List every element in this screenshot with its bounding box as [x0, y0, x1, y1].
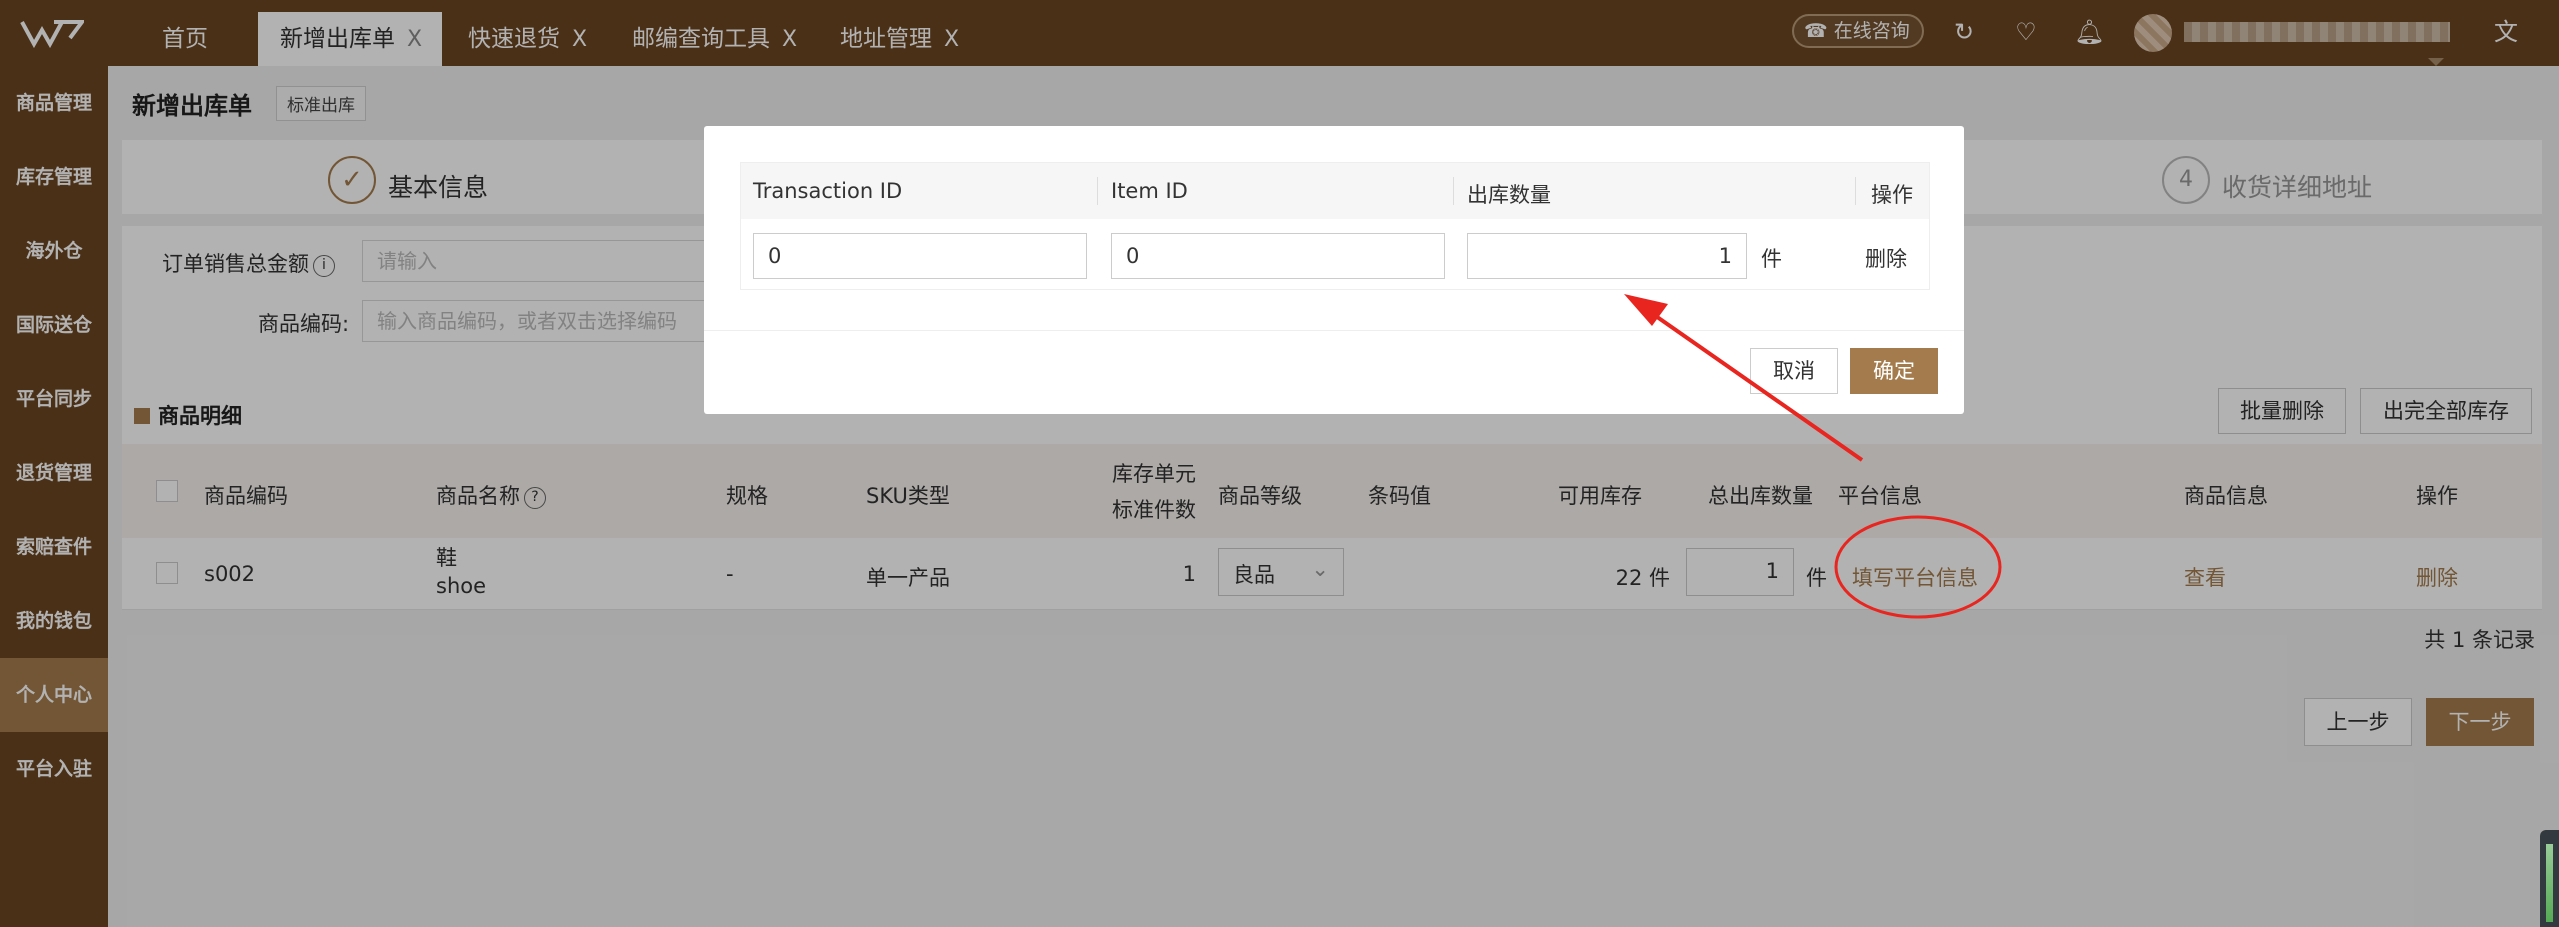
column-divider: [1855, 177, 1856, 205]
modal-qty-input[interactable]: 1: [1467, 233, 1747, 279]
col-operation: 操作: [1871, 183, 1913, 207]
col-outbound-qty: 出库数量: [1467, 183, 1551, 207]
confirm-button[interactable]: 确定: [1850, 348, 1938, 394]
transaction-id-input[interactable]: 0: [753, 233, 1087, 279]
volume-indicator: [2540, 830, 2559, 927]
column-divider: [1453, 177, 1454, 205]
modal-delete-link[interactable]: 删除: [1865, 243, 1907, 273]
platform-info-header: Transaction ID Item ID 出库数量 操作: [741, 163, 1929, 219]
modal-qty-unit: 件: [1761, 247, 1782, 271]
col-item-id: Item ID: [1111, 179, 1188, 203]
cancel-button[interactable]: 取消: [1750, 348, 1838, 394]
volume-level-bar: [2546, 844, 2553, 922]
item-id-input[interactable]: 0: [1111, 233, 1445, 279]
column-divider: [1097, 177, 1098, 205]
dialog-divider: [704, 330, 1964, 331]
platform-info-table: Transaction ID Item ID 出库数量 操作 0 0 1 件 删…: [740, 162, 1930, 290]
platform-info-dialog: Transaction ID Item ID 出库数量 操作 0 0 1 件 删…: [704, 126, 1964, 414]
col-transaction-id: Transaction ID: [753, 179, 903, 203]
